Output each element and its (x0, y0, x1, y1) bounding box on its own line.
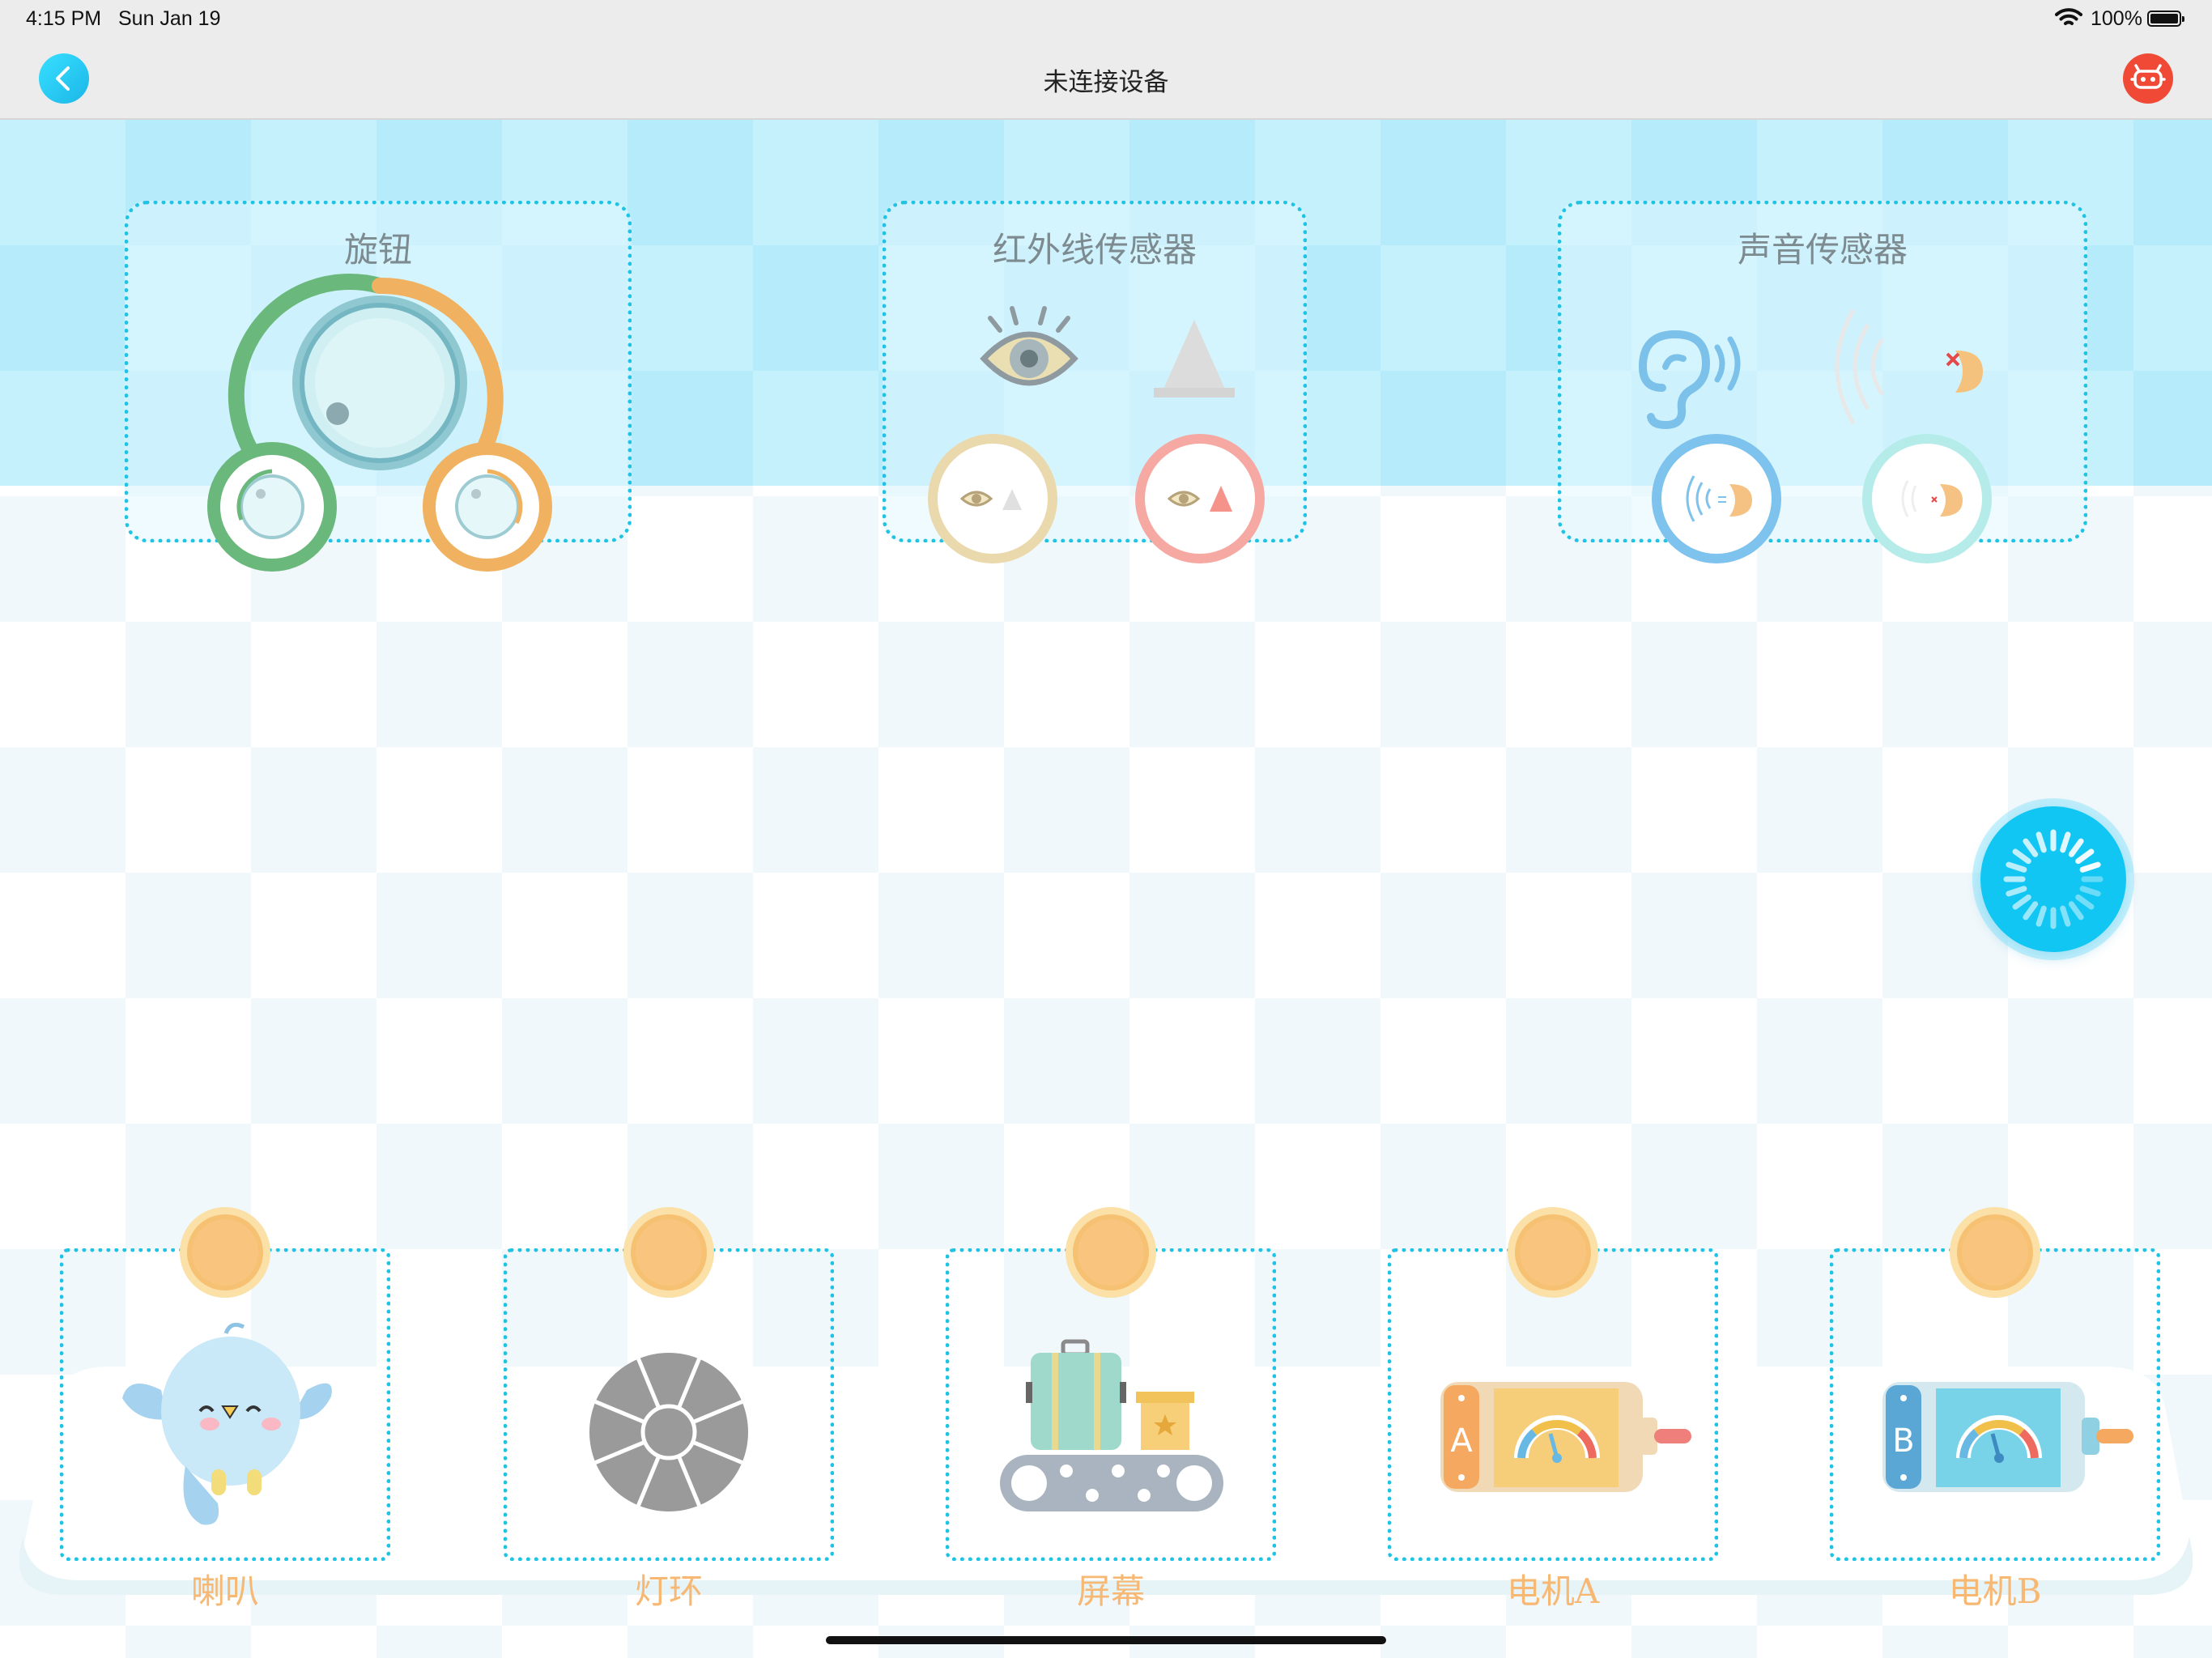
rotate-left-icon (236, 469, 304, 539)
ir-no-obstacle-button[interactable] (928, 434, 1057, 563)
screen-slot[interactable] (946, 1207, 1276, 1561)
light-ring-label: 灯环 (634, 1571, 703, 1611)
sound-detected-icon (1686, 475, 1752, 522)
motor-b-icon: B (1882, 1382, 2133, 1492)
ir-no-obstacle-icon (959, 489, 1022, 510)
rotate-right-button[interactable] (423, 442, 552, 572)
status-bar: 4:15 PM Sun Jan 19 100% (0, 0, 2212, 37)
home-indicator[interactable] (826, 1636, 1386, 1644)
knob-icon (228, 273, 504, 480)
rotate-right-icon (455, 469, 523, 539)
robot-button[interactable] (2123, 53, 2173, 104)
speaker-label: 喇叭 (190, 1571, 259, 1611)
battery-icon (2147, 11, 2184, 27)
light-ring-icon (589, 1353, 748, 1511)
ear-icon (1638, 308, 1983, 430)
bird-speaker-icon (122, 1322, 332, 1525)
motor-b-label: 电机B (1948, 1571, 2042, 1611)
conveyor-screen-icon (1000, 1339, 1223, 1511)
robot-icon (2130, 64, 2166, 89)
motor-a-slot[interactable]: A (1388, 1207, 1718, 1561)
screen-label: 屏幕 (1076, 1571, 1145, 1611)
speaker-slot[interactable] (60, 1207, 390, 1561)
navigation-bar: 未连接设备 (0, 37, 2212, 120)
svg-text:A: A (1450, 1422, 1473, 1460)
ir-obstacle-icon (1167, 486, 1232, 512)
svg-text:B: B (1892, 1422, 1914, 1460)
status-time: 4:15 PM (26, 7, 102, 30)
sound-silent-icon (1901, 480, 1963, 517)
status-date: Sun Jan 19 (118, 7, 221, 30)
ir-obstacle-button[interactable] (1135, 434, 1265, 563)
sound-sensor-panel: 声音传感器 (1558, 201, 2087, 542)
sound-detected-button[interactable] (1652, 434, 1781, 563)
knob-panel: 旋钮 (125, 201, 632, 542)
battery-percent: 100% (2091, 7, 2142, 30)
motor-a-icon: A (1440, 1382, 1691, 1492)
wifi-icon (2055, 6, 2082, 35)
motor-a-label: 电机A (1506, 1571, 1600, 1611)
light-ring-slot[interactable] (504, 1207, 834, 1561)
sound-silent-button[interactable] (1862, 434, 1992, 563)
loading-button[interactable] (1980, 806, 2126, 952)
motor-b-slot[interactable]: B (1830, 1207, 2160, 1561)
page-title: 未连接设备 (1043, 68, 1169, 97)
rotate-left-button[interactable] (207, 442, 337, 572)
spinner-icon (2003, 829, 2104, 929)
